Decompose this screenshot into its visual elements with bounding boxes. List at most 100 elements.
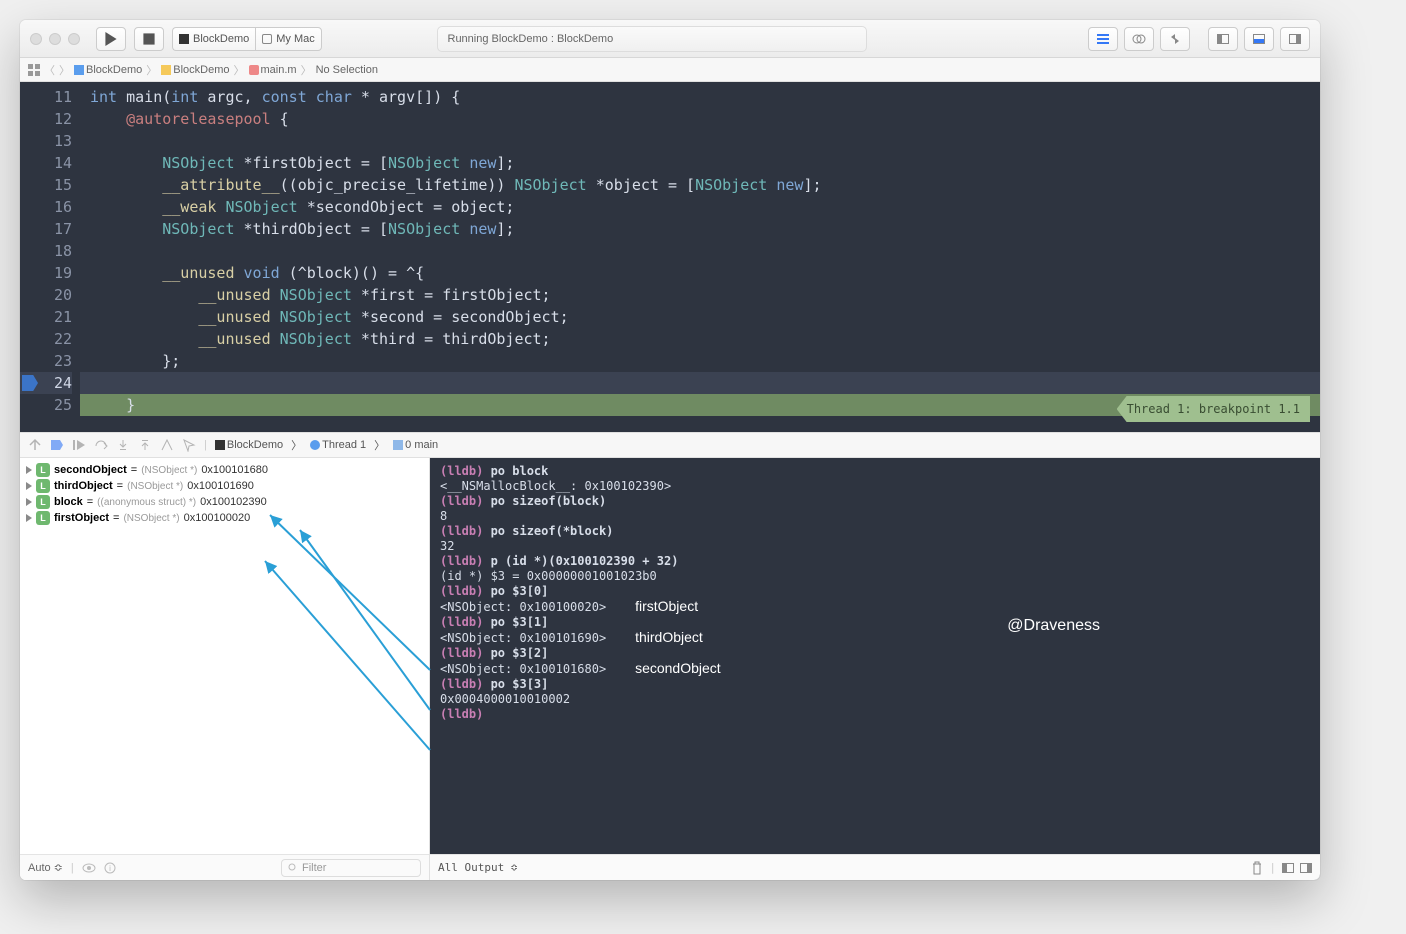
line-number[interactable]: 24 [20,372,72,394]
zoom-icon[interactable] [68,33,80,45]
code-line[interactable]: __unused NSObject *third = thirdObject; [80,328,1320,350]
console-line: <NSObject: 0x100101690> thirdObject [440,630,1310,646]
variable-value: 0x100101680 [201,464,268,476]
variable-name: thirdObject [54,480,113,492]
variables-mode[interactable]: Auto ≎ [28,861,63,874]
xcode-window: BlockDemo My Mac Running BlockDemo : Blo… [20,20,1320,880]
local-badge-icon: L [36,463,50,477]
line-number[interactable]: 12 [20,108,72,130]
jump-bar[interactable]: 〈 〉 BlockDemo 〉 BlockDemo 〉 main.m 〉 No … [20,58,1320,82]
scheme-selector[interactable]: BlockDemo My Mac [172,27,322,51]
line-number[interactable]: 13 [20,130,72,152]
toggle-navigator-button[interactable] [1208,27,1238,51]
line-number[interactable]: 17 [20,218,72,240]
code-line[interactable]: __weak NSObject *secondObject = object; [80,196,1320,218]
debug-frame[interactable]: 0 main [393,439,438,451]
disclosure-triangle-icon[interactable] [26,466,32,474]
app-icon [179,34,189,44]
jumpbar-selection[interactable]: No Selection [316,64,378,76]
code-line[interactable] [80,130,1320,152]
disclosure-triangle-icon[interactable] [26,482,32,490]
console-left-pane-icon[interactable] [1282,863,1294,873]
code-line[interactable]: int main(int argc, const char * argv[]) … [80,86,1320,108]
line-number[interactable]: 18 [20,240,72,262]
line-number[interactable]: 14 [20,152,72,174]
variables-filter[interactable]: Filter [281,859,421,877]
console-mode[interactable]: All Output ≎ [438,860,517,875]
step-out-icon[interactable] [138,438,152,452]
lines-icon [1096,32,1110,46]
variable-value: 0x100101690 [187,480,254,492]
console-line: <__NSMallocBlock__: 0x100102390> [440,479,1310,494]
quicklook-icon[interactable] [82,863,96,873]
location-icon[interactable] [182,438,196,452]
toggle-debug-button[interactable] [1244,27,1274,51]
line-number[interactable]: 19 [20,262,72,284]
line-number[interactable]: 16 [20,196,72,218]
debug-view-icon[interactable] [160,438,174,452]
editor-version-button[interactable] [1160,27,1190,51]
console-line: (lldb) po $3[0] [440,584,1310,599]
jumpbar-group[interactable]: BlockDemo [161,64,229,76]
line-number[interactable]: 15 [20,174,72,196]
process-icon [215,440,225,450]
line-number[interactable]: 22 [20,328,72,350]
debug-process[interactable]: BlockDemo [215,439,283,451]
run-button[interactable] [96,27,126,51]
editor-assistant-button[interactable] [1124,27,1154,51]
code-line[interactable]: __attribute__((objc_precise_lifetime)) N… [80,174,1320,196]
line-number[interactable]: 25 [20,394,72,416]
line-number[interactable]: 21 [20,306,72,328]
code-line[interactable] [80,372,1320,394]
disclosure-triangle-icon[interactable] [26,498,32,506]
code-area[interactable]: int main(int argc, const char * argv[]) … [80,82,1320,432]
debug-thread[interactable]: Thread 1 [310,439,366,451]
jumpbar-file[interactable]: main.m [249,64,297,76]
code-line[interactable]: NSObject *firstObject = [NSObject new]; [80,152,1320,174]
editor-standard-button[interactable] [1088,27,1118,51]
toggle-utilities-button[interactable] [1280,27,1310,51]
code-line[interactable]: NSObject *thirdObject = [NSObject new]; [80,218,1320,240]
hide-debug-icon[interactable] [28,438,42,452]
disclosure-triangle-icon[interactable] [26,514,32,522]
variables-list[interactable]: LsecondObject = (NSObject *) 0x100101680… [20,458,429,854]
code-line[interactable]: }; [80,350,1320,372]
variable-row[interactable]: Lblock = ((anonymous struct) *) 0x100102… [20,494,429,510]
info-icon[interactable]: i [104,862,116,874]
trash-icon[interactable] [1251,861,1263,875]
breakpoints-icon[interactable] [50,438,64,452]
line-number[interactable]: 20 [20,284,72,306]
minimize-icon[interactable] [49,33,61,45]
console-line: (lldb) po sizeof(*block) [440,524,1310,539]
code-line[interactable] [80,240,1320,262]
step-in-icon[interactable] [116,438,130,452]
arrows-icon [1168,32,1182,46]
variable-row[interactable]: LthirdObject = (NSObject *) 0x100101690 [20,478,429,494]
source-editor[interactable]: 111213141516171819202122232425 int main(… [20,82,1320,432]
variable-row[interactable]: LsecondObject = (NSObject *) 0x100101680 [20,462,429,478]
svg-text:i: i [109,864,111,873]
code-line[interactable]: __unused void (^block)() = ^{ [80,262,1320,284]
close-icon[interactable] [30,33,42,45]
console-right-pane-icon[interactable] [1300,863,1312,873]
stop-button[interactable] [134,27,164,51]
jumpbar-project[interactable]: BlockDemo [74,64,142,76]
step-over-icon[interactable] [94,438,108,452]
code-line[interactable]: __unused NSObject *first = firstObject; [80,284,1320,306]
code-line[interactable]: @autoreleasepool { [80,108,1320,130]
console-line: (lldb) po block [440,464,1310,479]
code-line[interactable]: __unused NSObject *second = secondObject… [80,306,1320,328]
console-line: (id *) $3 = 0x00000001001023b0 [440,569,1310,584]
variable-type: (NSObject *) [127,481,183,492]
line-gutter[interactable]: 111213141516171819202122232425 [20,82,80,432]
console-output[interactable]: (lldb) po block<__NSMallocBlock__: 0x100… [430,458,1320,854]
line-number[interactable]: 11 [20,86,72,108]
continue-icon[interactable] [72,438,86,452]
variable-row[interactable]: LfirstObject = (NSObject *) 0x100100020 [20,510,429,526]
console-line: 0x0004000010010002 [440,692,1310,707]
nav-back-button[interactable]: 〈 [44,62,55,78]
line-number[interactable]: 23 [20,350,72,372]
console-line: (lldb) po $3[3] [440,677,1310,692]
related-items-icon[interactable] [28,64,40,76]
nav-forward-button[interactable]: 〉 [59,62,70,78]
